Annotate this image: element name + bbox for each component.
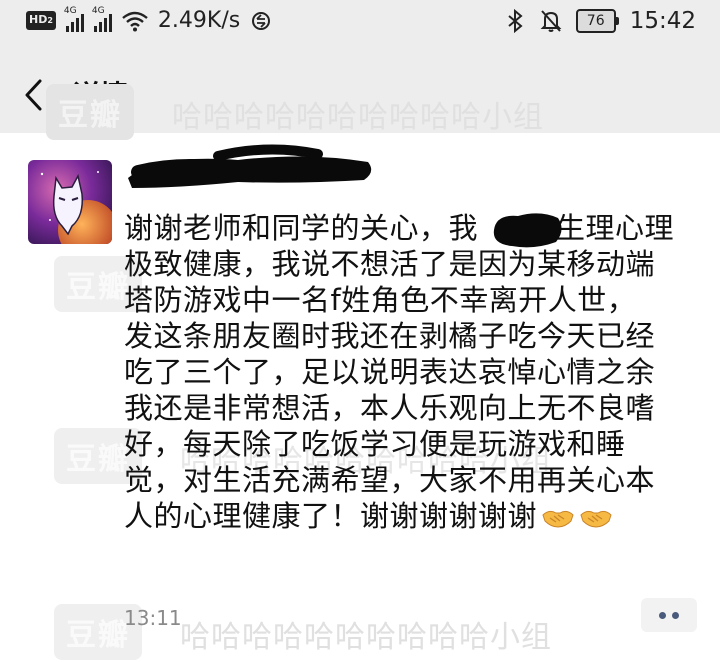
post-text: 谢谢老师和同学的关心，我 生理心理 极致健康，我说不想活了是因为某移动端 塔防游戏… — [124, 210, 694, 534]
sync-icon — [252, 11, 271, 30]
cat-avatar-icon — [28, 160, 112, 244]
bell-off-icon — [540, 10, 562, 32]
handshake-icon — [580, 510, 612, 528]
post-line: 塔防游戏中一名f姓角色不幸离开人世， — [124, 283, 637, 317]
dot-icon — [659, 611, 666, 619]
watermark-text: 哈哈哈哈哈哈哈哈哈哈小组 — [172, 100, 544, 135]
signal-icon: 4G — [64, 6, 84, 32]
watermark-badge: 豆瓣 — [46, 84, 134, 140]
redacted-text — [493, 213, 562, 248]
post-line: 吃了三个了，足以说明表达哀悼心情之余 — [124, 355, 656, 389]
post-line: 人的心理健康了！谢谢谢谢谢谢 — [124, 498, 694, 534]
bluetooth-icon — [508, 9, 523, 33]
redacted-name — [128, 144, 372, 188]
post-line: 好，每天除了吃饭学习便是玩游戏和睡 — [124, 427, 626, 461]
signal-icon: 4G — [92, 6, 112, 32]
watermark-text: 哈哈哈哈哈哈哈哈哈哈小组 — [180, 620, 552, 655]
back-arrow-icon[interactable] — [22, 78, 46, 112]
post-line: 发这条朋友圈时我还在剥橘子吃今天已经 — [124, 319, 656, 353]
more-actions-button[interactable] — [641, 598, 697, 632]
post-line: 极致健康，我说不想活了是因为某移动端 — [124, 247, 656, 281]
post-time: 13:11 — [124, 606, 182, 630]
top-bar: HD2 4G 4G 2.49K/s 76 15:42 豆瓣 哈哈哈哈哈哈哈哈哈哈… — [0, 0, 720, 140]
wifi-icon — [122, 11, 148, 31]
post-line: 我还是非常想活，本人乐观向上无不良嗜 — [124, 391, 656, 425]
dot-icon — [672, 611, 679, 619]
hd-badge: HD2 — [26, 11, 56, 30]
status-time: 15:42 — [629, 8, 696, 34]
post-line: 谢谢老师和同学的关心，我 生理心理 — [124, 211, 675, 245]
avatar[interactable] — [28, 160, 112, 244]
handshake-icon — [542, 510, 574, 528]
network-speed: 2.49K/s — [157, 8, 241, 33]
post-line: 觉，对生活充满希望，大家不用再关心本 — [124, 463, 656, 497]
status-bar: HD2 4G 4G 2.49K/s 76 15:42 — [0, 0, 720, 50]
battery-icon: 76 — [575, 9, 619, 33]
